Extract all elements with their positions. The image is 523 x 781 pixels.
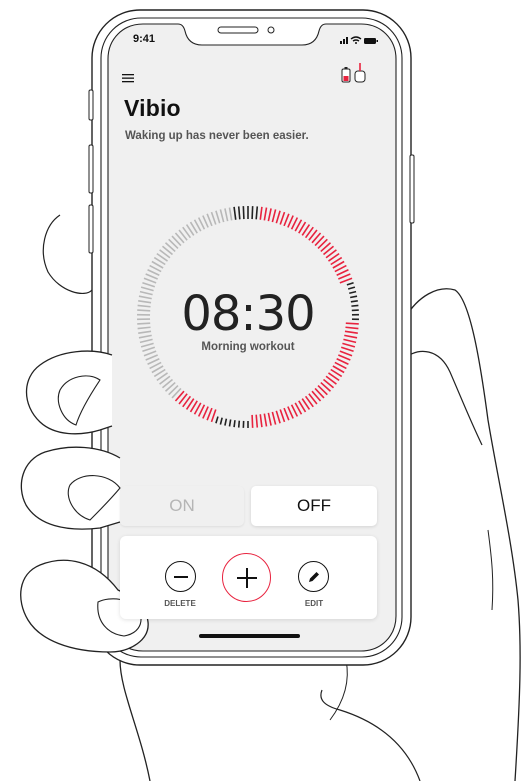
pencil-icon [308,571,319,582]
edit-label: EDIT [304,599,324,608]
dial-tick [237,206,241,220]
notch-camera [267,26,275,34]
illustration-scene: 9:41 Vibio Waking up has never been easi… [0,0,523,781]
dial-tick [237,420,241,428]
hand-thumb-outline [401,350,483,446]
phone-and-hand-illustration [20,9,521,781]
dial-tick [351,304,359,307]
on-button[interactable]: ON [120,486,244,526]
dial-tick [137,322,151,325]
hamburger-menu-icon[interactable] [122,70,136,83]
off-button[interactable]: OFF [251,486,377,526]
delete-label: DELETE [164,599,196,608]
dial-tick [242,206,245,220]
delete-button[interactable] [165,561,196,592]
battery-icon [364,38,378,44]
home-indicator [199,634,300,638]
dial-tick [350,299,358,303]
edit-button[interactable] [298,561,329,592]
finger-thumb-left [42,214,93,294]
dial-tick [345,322,359,325]
minus-icon [173,575,188,578]
app-subtitle: Waking up has never been easier. [125,130,309,142]
dial-tick [251,414,254,428]
hand-wrist-outline [119,659,151,781]
alarm-time[interactable]: 08:30 [150,286,346,342]
plus-icon [236,567,257,588]
dial-tick [255,206,259,220]
dial-tick [233,420,236,428]
add-alarm-button[interactable] [222,553,271,602]
status-time: 9:41 [133,33,156,45]
alarm-label: Morning workout [201,341,295,353]
dial-tick [255,414,259,428]
app-title: Vibio [124,95,181,121]
dial-tick [137,309,151,312]
dial-tick [251,206,254,220]
notch-speaker [217,26,259,34]
phone-battery-icon [341,67,351,83]
hand-palm-outline [404,288,521,781]
hand-crease-2 [487,529,494,611]
hand-wrist-outline-right [320,689,421,781]
